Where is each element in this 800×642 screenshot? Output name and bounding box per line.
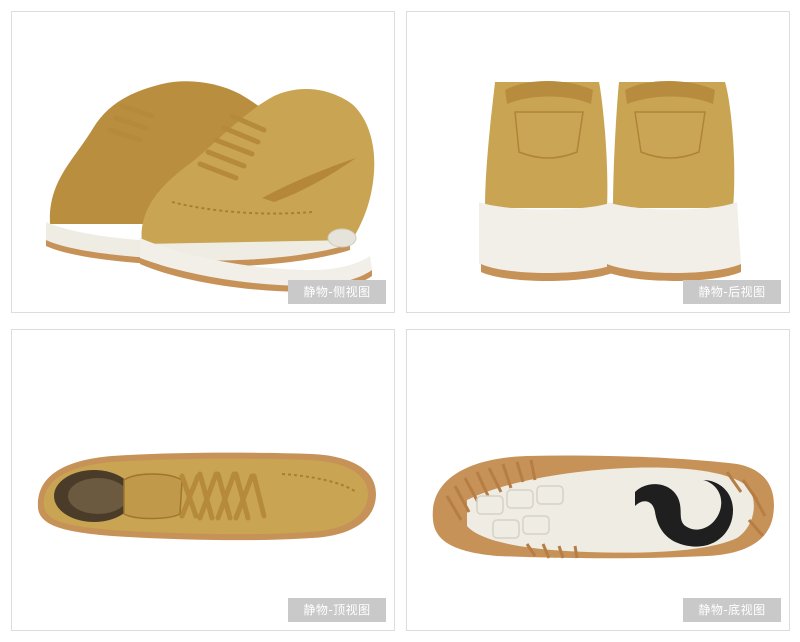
photo-panel-top-view: 静物-顶视图 — [11, 329, 395, 631]
sneaker-side-view-image — [46, 81, 375, 292]
photo-panel-bottom-view: 静物-底视图 — [406, 329, 790, 631]
photo-panel-side-view: 静物-侧视图 — [11, 11, 395, 313]
sneaker-bottom-view-image — [432, 455, 774, 559]
panel-caption: 静物-侧视图 — [288, 280, 386, 304]
photo-panel-back-view: 静物-后视图 — [406, 11, 790, 313]
panel-caption: 静物-顶视图 — [288, 598, 386, 622]
sneaker-back-view-image — [479, 81, 741, 281]
sneaker-top-view-image — [37, 452, 376, 541]
panel-caption: 静物-后视图 — [683, 280, 781, 304]
panel-caption: 静物-底视图 — [683, 598, 781, 622]
